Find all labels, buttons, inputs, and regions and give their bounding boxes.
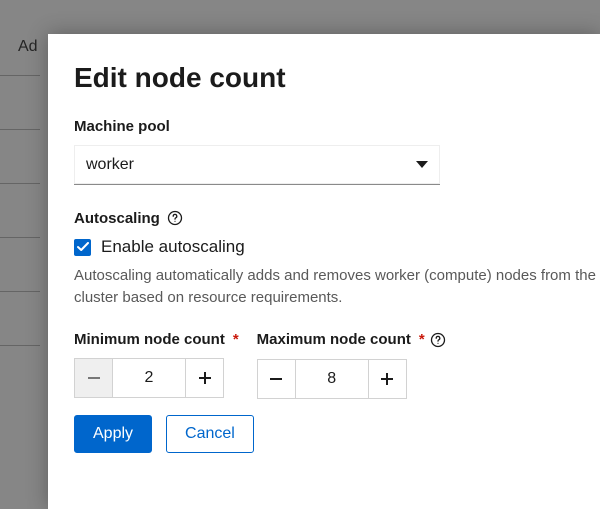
- required-indicator: *: [419, 331, 425, 348]
- plus-icon: [199, 372, 211, 384]
- enable-autoscaling-checkbox[interactable]: [74, 239, 91, 256]
- minus-icon: [270, 378, 282, 380]
- help-icon[interactable]: [166, 209, 184, 227]
- min-node-count-stepper: 2: [74, 358, 224, 398]
- min-node-count-label: Minimum node count *: [74, 331, 239, 348]
- minus-icon: [88, 377, 100, 379]
- max-node-count-value[interactable]: 8: [296, 360, 368, 398]
- required-indicator: *: [233, 331, 239, 348]
- autoscaling-section-label: Autoscaling: [74, 209, 574, 227]
- enable-autoscaling-label: Enable autoscaling: [101, 237, 245, 257]
- max-decrement-button[interactable]: [258, 360, 296, 398]
- max-node-count-label: Maximum node count *: [257, 331, 447, 349]
- min-decrement-button[interactable]: [75, 359, 113, 397]
- machine-pool-label: Machine pool: [74, 118, 574, 135]
- modal-actions: Apply Cancel: [74, 415, 574, 453]
- plus-icon: [381, 373, 393, 385]
- min-node-count-value[interactable]: 2: [113, 359, 185, 397]
- max-increment-button[interactable]: [368, 360, 406, 398]
- node-count-fields: Minimum node count * 2 Maximum node coun…: [74, 331, 574, 399]
- help-icon[interactable]: [429, 331, 447, 349]
- edit-node-count-modal: Edit node count Machine pool worker Auto…: [48, 34, 600, 509]
- modal-title: Edit node count: [74, 62, 574, 94]
- max-node-count-group: Maximum node count * 8: [257, 331, 447, 399]
- min-node-count-group: Minimum node count * 2: [74, 331, 239, 399]
- autoscaling-description: Autoscaling automatically adds and remov…: [74, 265, 600, 309]
- machine-pool-select[interactable]: worker: [74, 145, 440, 185]
- min-increment-button[interactable]: [185, 359, 223, 397]
- chevron-down-icon: [416, 161, 428, 168]
- machine-pool-selected-value: worker: [86, 156, 134, 174]
- enable-autoscaling-row[interactable]: Enable autoscaling: [74, 237, 574, 257]
- apply-button[interactable]: Apply: [74, 415, 152, 453]
- cancel-button[interactable]: Cancel: [166, 415, 254, 453]
- max-node-count-stepper: 8: [257, 359, 407, 399]
